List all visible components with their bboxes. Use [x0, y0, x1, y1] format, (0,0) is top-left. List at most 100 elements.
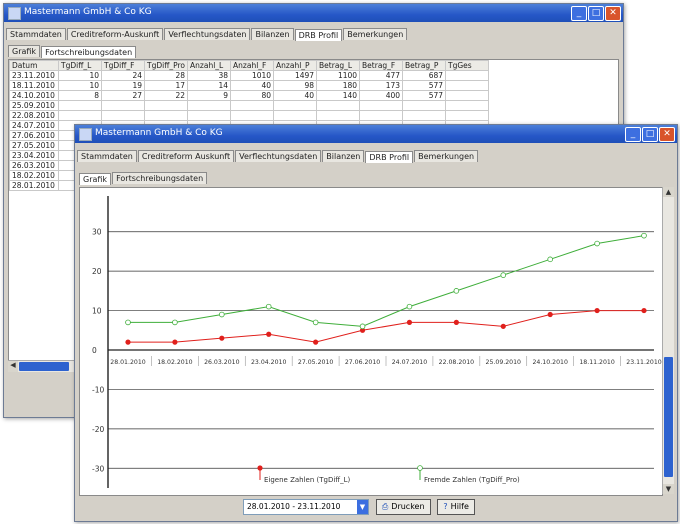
x-tick-label: 23.11.2010	[626, 359, 661, 366]
column-header[interactable]: Anzahl_P	[273, 60, 318, 71]
data-point[interactable]	[641, 232, 647, 239]
maximize-icon[interactable]: □	[588, 6, 604, 21]
front-subtab-0[interactable]: Grafik	[79, 173, 112, 185]
front-tab-5[interactable]: Bemerkungen	[414, 150, 479, 162]
front-tab-3[interactable]: Bilanzen	[322, 150, 365, 162]
table-cell: 10	[58, 70, 102, 81]
table-cell: 180	[316, 80, 361, 91]
front-tab-1[interactable]: Creditreform Auskunft	[137, 150, 235, 162]
back-subtab-strip: Grafik Fortschreibungsdaten	[8, 45, 137, 58]
data-point[interactable]	[547, 311, 553, 318]
back-tab-0[interactable]: Stammdaten	[6, 28, 66, 40]
front-tab-2[interactable]: Verflechtungsdaten	[235, 150, 322, 162]
back-subtab-1[interactable]: Fortschreibungsdaten	[41, 46, 137, 58]
table-cell: 38	[187, 70, 232, 81]
data-point[interactable]	[125, 319, 131, 326]
scroll-up-icon[interactable]: ▲	[663, 187, 674, 197]
scrollbar-thumb[interactable]	[19, 362, 69, 371]
scroll-left-icon[interactable]: ◀	[8, 361, 18, 372]
table-cell	[316, 100, 361, 111]
data-point[interactable]	[406, 319, 413, 325]
data-point[interactable]	[453, 319, 459, 325]
data-point[interactable]	[219, 335, 225, 341]
column-header[interactable]: Betrag_F	[359, 60, 404, 71]
back-tab-2[interactable]: Verflechtungsdaten	[164, 28, 251, 40]
table-cell: 9	[187, 90, 232, 101]
table-cell: 14	[187, 80, 232, 91]
back-tab-4[interactable]: DRB Profil	[294, 29, 343, 41]
front-window-titlebar[interactable]: Mastermann GmbH & Co KG _ □ ✕	[75, 125, 677, 143]
data-point[interactable]	[547, 256, 553, 263]
close-icon[interactable]: ✕	[659, 127, 675, 142]
table-cell	[58, 110, 102, 121]
table-cell	[359, 100, 404, 111]
data-point[interactable]	[313, 339, 319, 345]
table-cell: 27.06.2010	[9, 130, 59, 141]
table-cell: 24.10.2010	[9, 90, 59, 101]
data-point[interactable]	[219, 311, 225, 318]
column-header[interactable]: TgDiff_Pro	[143, 60, 189, 71]
column-header[interactable]: Anzahl_F	[230, 60, 275, 71]
table-cell: 40	[273, 90, 318, 101]
back-subtab-0[interactable]: Grafik	[8, 45, 41, 57]
date-range-select[interactable]: 28.01.2010 - 23.11.2010 ▼	[243, 499, 369, 515]
data-point[interactable]	[500, 272, 507, 278]
data-point[interactable]	[641, 307, 647, 314]
table-cell: 26.03.2010	[9, 160, 59, 171]
data-point[interactable]	[594, 240, 600, 247]
back-window-titlebar[interactable]: Mastermann GmbH & Co KG _ □ ✕	[4, 4, 623, 22]
front-tab-0[interactable]: Stammdaten	[77, 150, 137, 162]
table-row[interactable]: 25.09.2010	[9, 100, 490, 111]
front-subtab-1[interactable]: Fortschreibungsdaten	[112, 172, 208, 184]
column-header[interactable]: Anzahl_L	[187, 60, 232, 71]
close-icon[interactable]: ✕	[605, 6, 621, 21]
chart-vertical-scrollbar[interactable]: ▲ ▼	[662, 187, 674, 494]
data-point[interactable]	[125, 339, 131, 345]
table-cell: 10	[58, 80, 102, 91]
app-icon	[79, 128, 92, 141]
data-point[interactable]	[265, 303, 272, 310]
minimize-icon[interactable]: _	[625, 127, 641, 142]
legend-label-1: Fremde Zahlen (TgDiff_Pro)	[424, 476, 520, 484]
x-tick-label: 24.07.2010	[392, 359, 427, 366]
column-header[interactable]: TgGes	[445, 60, 490, 71]
scrollbar-thumb[interactable]	[664, 357, 673, 477]
table-cell	[359, 110, 404, 121]
scroll-down-icon[interactable]: ▼	[663, 484, 674, 494]
column-header[interactable]: Betrag_P	[402, 60, 447, 71]
back-tab-1[interactable]: Creditreform-Auskunft	[66, 28, 164, 40]
data-point[interactable]	[500, 323, 506, 329]
chevron-down-icon[interactable]: ▼	[357, 500, 368, 514]
back-tab-3[interactable]: Bilanzen	[251, 28, 294, 40]
data-point[interactable]	[172, 319, 178, 326]
help-button[interactable]: ? Hilfe	[437, 499, 475, 515]
column-header[interactable]: TgDiff_F	[101, 60, 145, 71]
front-tab-4[interactable]: DRB Profil	[365, 151, 414, 163]
data-point[interactable]	[266, 331, 272, 337]
back-tab-5[interactable]: Bemerkungen	[343, 28, 408, 40]
data-point[interactable]	[312, 319, 319, 326]
table-row[interactable]: 22.08.2010	[9, 110, 490, 121]
table-row[interactable]: 18.11.2010 10 19 17 14 40 98 180 173 577	[9, 80, 490, 91]
data-point[interactable]	[406, 303, 413, 310]
back-window-title: Mastermann GmbH & Co KG	[24, 7, 152, 17]
column-header[interactable]: Betrag_L	[316, 60, 361, 71]
maximize-icon[interactable]: □	[642, 127, 658, 142]
table-header-row: Datum TgDiff_L TgDiff_F TgDiff_Pro Anzahl_L A…	[9, 60, 490, 71]
minimize-icon[interactable]: _	[571, 6, 587, 21]
table-cell: 27.05.2010	[9, 140, 59, 151]
table-row[interactable]: 23.11.2010 10 24 28 38 1010 1497 1100 477 687	[9, 70, 490, 81]
data-point[interactable]	[594, 307, 600, 314]
column-header[interactable]: Datum	[9, 60, 59, 71]
print-button[interactable]: ⎙ Drucken	[375, 499, 431, 515]
data-point[interactable]	[453, 288, 460, 294]
table-cell: 23.11.2010	[9, 70, 59, 81]
table-row[interactable]: 24.10.2010 8 27 22 9 80 40 140 400 577	[9, 90, 490, 101]
table-cell	[445, 110, 490, 121]
column-header[interactable]: TgDiff_L	[58, 60, 102, 71]
legend-marker-0-dot	[257, 465, 263, 471]
table-cell: 19	[101, 80, 145, 91]
data-point[interactable]	[359, 323, 366, 330]
data-point[interactable]	[172, 339, 178, 345]
table-cell: 22.08.2010	[9, 110, 59, 121]
